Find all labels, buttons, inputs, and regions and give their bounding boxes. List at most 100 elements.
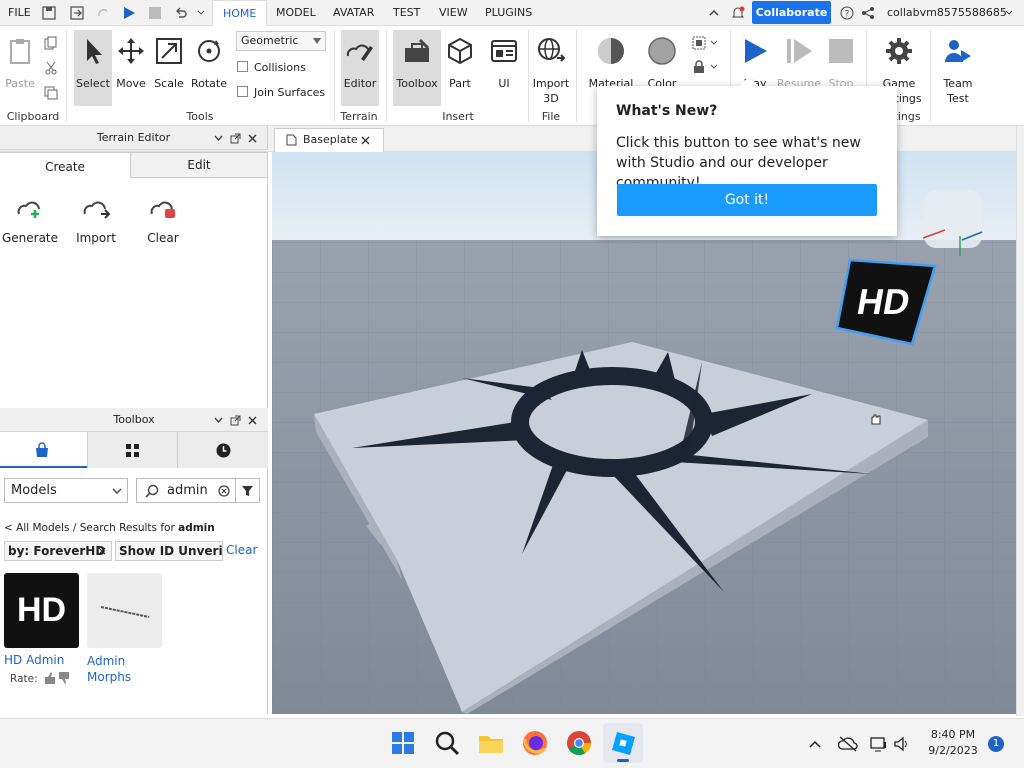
search-icon[interactable]: [433, 729, 461, 757]
join-surfaces-toggle[interactable]: Join Surfaces: [237, 86, 325, 99]
roblox-studio-icon: [612, 732, 635, 755]
panel-dropdown-icon[interactable]: [214, 135, 223, 141]
copy-icon[interactable]: [44, 36, 58, 50]
collaborate-button[interactable]: Collaborate: [752, 1, 831, 24]
tab-home[interactable]: HOME: [212, 0, 268, 26]
search-icon: [145, 484, 159, 498]
tab-recent[interactable]: [177, 432, 268, 468]
unverified-filter-chip[interactable]: Show ID Unverifi: [115, 541, 223, 561]
firefox-icon[interactable]: [521, 729, 549, 757]
result-item[interactable]: Admin Morphs: [87, 573, 163, 685]
quick-access-dropdown-icon[interactable]: [196, 6, 206, 20]
view-selector-cube[interactable]: [922, 190, 983, 256]
close-icon[interactable]: [248, 416, 257, 425]
generate-terrain-icon: [17, 201, 40, 218]
chevron-up-icon[interactable]: [707, 6, 721, 20]
file-menu[interactable]: FILE: [8, 0, 31, 26]
stop-icon: [829, 39, 853, 63]
scale-icon: [156, 38, 182, 64]
clear-filters-link[interactable]: Clear: [226, 543, 257, 557]
rotate-tool-button[interactable]: Rotate: [190, 30, 228, 106]
search-input[interactable]: admin: [136, 478, 260, 503]
thumbs-rating-icon[interactable]: [43, 671, 71, 685]
play-small-icon[interactable]: [122, 6, 136, 20]
move-tool-button[interactable]: Move: [114, 30, 148, 106]
transform-mode-dropdown[interactable]: Geometric: [236, 31, 326, 51]
import-terrain-button[interactable]: Import: [66, 192, 126, 245]
scene[interactable]: HD: [272, 152, 1016, 714]
paste-button[interactable]: Paste: [2, 30, 38, 106]
rotate-icon: [198, 40, 220, 62]
publish-icon[interactable]: [70, 6, 84, 20]
generate-terrain-button[interactable]: Generate: [0, 192, 60, 245]
save-icon[interactable]: [42, 6, 56, 20]
collisions-checkbox[interactable]: [237, 61, 248, 72]
tab-edit[interactable]: Edit: [130, 152, 268, 178]
panel-dropdown-icon[interactable]: [214, 417, 223, 423]
tab-test[interactable]: TEST: [393, 0, 420, 26]
document-tab-baseplate[interactable]: Baseplate: [274, 128, 384, 152]
chevron-up-icon[interactable]: [808, 739, 822, 749]
tab-inventory[interactable]: [87, 432, 177, 468]
scale-tool-button[interactable]: Scale: [152, 30, 186, 106]
close-tab-icon[interactable]: [361, 136, 370, 145]
result-item[interactable]: HD HD Admin Rate:: [4, 573, 80, 685]
part-button[interactable]: Part: [444, 30, 476, 106]
paste-icon: [10, 39, 30, 64]
group-icon[interactable]: [692, 36, 720, 50]
category-select[interactable]: Models: [4, 478, 128, 503]
undock-icon[interactable]: [230, 415, 241, 426]
notification-bell-icon[interactable]: [731, 6, 745, 20]
creator-filter-chip[interactable]: by: ForeverHD ×: [4, 541, 112, 561]
team-test-button[interactable]: Team Test: [936, 30, 980, 106]
user-dropdown-icon[interactable]: [1004, 6, 1014, 20]
ui-button[interactable]: UI: [488, 30, 520, 106]
terrain-editor-panel: Create Edit Generate Import Clear: [0, 152, 268, 408]
breadcrumb[interactable]: < All Models / Search Results for admin: [4, 522, 215, 534]
filter-icon[interactable]: [241, 485, 254, 497]
tab-model[interactable]: MODEL: [276, 0, 316, 26]
divider: [528, 30, 529, 122]
undo-icon[interactable]: [174, 6, 188, 20]
roblox-studio-taskbar-button[interactable]: [603, 723, 643, 763]
stop-small-icon[interactable]: [148, 6, 162, 20]
chrome-icon[interactable]: [565, 729, 593, 757]
right-scrollbar[interactable]: [1016, 126, 1024, 716]
svg-text:?: ?: [845, 10, 850, 20]
network-icon[interactable]: [870, 736, 888, 752]
3d-viewport[interactable]: HD: [272, 152, 1016, 714]
clock[interactable]: 8:40 PM 9/2/2023: [922, 727, 984, 759]
clear-search-icon[interactable]: [218, 485, 230, 497]
close-icon[interactable]: [248, 134, 257, 143]
cut-icon[interactable]: [44, 61, 58, 75]
redo-disabled-icon[interactable]: [96, 6, 110, 20]
file-group-label: File: [541, 110, 561, 123]
import-3d-button[interactable]: Import 3D: [531, 30, 571, 106]
volume-icon[interactable]: [893, 736, 911, 752]
duplicate-icon[interactable]: [44, 86, 58, 100]
tab-avatar[interactable]: AVATAR: [333, 0, 374, 26]
terrain-editor-button[interactable]: Editor: [341, 30, 379, 106]
tab-marketplace[interactable]: [0, 432, 87, 468]
collisions-toggle[interactable]: Collisions: [237, 61, 306, 74]
username[interactable]: collabvm8575588685: [887, 0, 1007, 26]
windows-start-icon[interactable]: [389, 729, 417, 757]
import-terrain-icon: [83, 201, 111, 219]
clear-terrain-button[interactable]: Clear: [133, 192, 193, 245]
help-icon[interactable]: ?: [840, 6, 854, 20]
terrain-group-label: Terrain: [340, 110, 378, 123]
lock-icon[interactable]: [692, 60, 720, 74]
share-icon[interactable]: [861, 6, 875, 20]
file-explorer-icon[interactable]: [477, 729, 505, 757]
tab-create[interactable]: Create: [0, 152, 130, 180]
toolbox-button[interactable]: Toolbox: [393, 30, 441, 106]
cloud-offline-icon[interactable]: [838, 735, 858, 753]
notification-badge[interactable]: 1: [988, 736, 1004, 752]
tab-view[interactable]: VIEW: [439, 0, 468, 26]
join-surfaces-checkbox[interactable]: [237, 86, 248, 97]
remove-chip-icon[interactable]: ×: [97, 542, 107, 560]
select-tool-button[interactable]: Select: [74, 30, 112, 106]
got-it-button[interactable]: Got it!: [617, 184, 877, 216]
tab-plugins[interactable]: PLUGINS: [485, 0, 532, 26]
undock-icon[interactable]: [230, 133, 241, 144]
